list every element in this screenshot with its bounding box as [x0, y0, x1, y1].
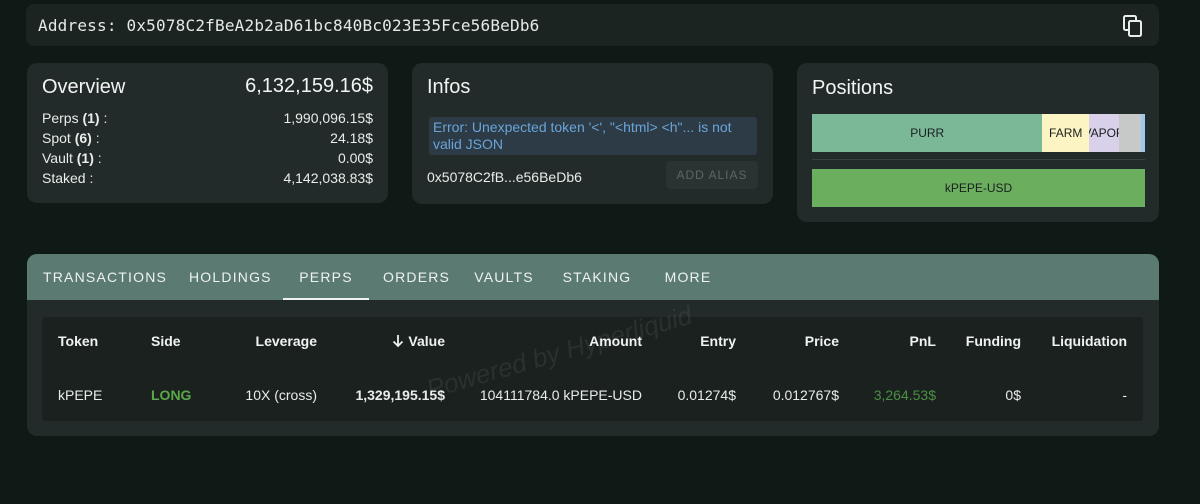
allocation-segment-purr[interactable]: PURR: [812, 114, 1043, 152]
address-bar: Address: 0x5078C2fBeA2b2aD61bc840Bc023E3…: [26, 4, 1159, 46]
positions-panel: TRANSACTIONS HOLDINGS PERPS ORDERS VAULT…: [27, 254, 1159, 436]
header-token[interactable]: Token: [58, 333, 98, 349]
tab-more[interactable]: MORE: [664, 254, 712, 300]
overview-total: 6,132,159.16$: [245, 75, 373, 97]
cell-leverage: 10X (cross): [245, 387, 317, 403]
tab-holdings[interactable]: HOLDINGS: [189, 254, 271, 300]
overview-card: Overview 6,132,159.16$ Perps (1) : 1,990…: [27, 63, 388, 203]
cell-side: LONG: [151, 387, 192, 403]
perps-table: Powered by Hyperliquid Token Side Levera…: [42, 300, 1143, 421]
tab-vaults[interactable]: VAULTS: [474, 254, 534, 300]
cell-liquidation: -: [1122, 387, 1127, 403]
error-message: Error: Unexpected token '<', "<html> <h"…: [429, 117, 757, 155]
cell-entry: 0.01274$: [677, 387, 736, 403]
header-price[interactable]: Price: [805, 333, 839, 349]
active-tab-indicator: [283, 298, 369, 300]
cell-amount: 104111784.0 kPEPE-USD: [479, 387, 642, 403]
positions-card: Positions PURRFARMVAPOR kPEPE-USD: [797, 63, 1159, 222]
infos-title: Infos: [427, 76, 471, 98]
header-side[interactable]: Side: [151, 333, 181, 349]
allocation-segment-farm[interactable]: FARM: [1042, 114, 1090, 152]
header-amount[interactable]: Amount: [589, 333, 642, 349]
divider: [812, 159, 1145, 160]
tab-orders[interactable]: ORDERS: [383, 254, 449, 300]
cell-pnl: 3,264.53$: [873, 387, 936, 403]
allocation-segment-vapor[interactable]: VAPOR: [1089, 114, 1119, 152]
cell-token: kPEPE: [58, 387, 103, 403]
header-liquidation[interactable]: Liquidation: [1052, 333, 1127, 349]
tab-staking[interactable]: STAKING: [562, 254, 632, 300]
positions-title: Positions: [812, 77, 894, 99]
perp-position-label: kPEPE-USD: [944, 181, 1013, 195]
allocation-segment-3[interactable]: [1119, 114, 1141, 152]
short-address: 0x5078C2fB...e56BeDb6: [427, 169, 582, 185]
cell-price: 0.012767$: [772, 387, 839, 403]
allocation-segment-4[interactable]: [1140, 114, 1145, 152]
header-funding[interactable]: Funding: [966, 333, 1021, 349]
tab-perps[interactable]: PERPS: [283, 254, 369, 300]
cell-funding: 0$: [1005, 387, 1021, 403]
header-pnl[interactable]: PnL: [910, 333, 936, 349]
spot-allocation-bar: PURRFARMVAPOR: [812, 114, 1145, 152]
address-text: Address: 0x5078C2fBeA2b2aD61bc840Bc023E3…: [38, 15, 540, 35]
cell-value: 1,329,195.15$: [355, 387, 445, 403]
infos-card: Infos Error: Unexpected token '<', "<htm…: [412, 63, 773, 204]
tab-bar: TRANSACTIONS HOLDINGS PERPS ORDERS VAULT…: [27, 254, 1159, 300]
overview-row-perps: Perps (1) : 1,990,096.15$: [42, 110, 373, 126]
header-entry[interactable]: Entry: [700, 333, 736, 349]
overview-row-staked: Staked : 4,142,038.83$: [42, 170, 373, 186]
copy-icon[interactable]: [1123, 15, 1143, 37]
overview-row-vault: Vault (1) : 0.00$: [42, 150, 373, 166]
header-leverage[interactable]: Leverage: [256, 333, 317, 349]
arrow-down-icon: [393, 335, 404, 348]
header-value[interactable]: Value: [392, 333, 445, 349]
overview-row-spot: Spot (6) : 24.18$: [42, 130, 373, 146]
perp-position-bar[interactable]: kPEPE-USD: [812, 169, 1145, 207]
tab-transactions[interactable]: TRANSACTIONS: [43, 254, 166, 300]
add-alias-button[interactable]: ADD ALIAS: [666, 161, 758, 189]
overview-title: Overview: [42, 76, 126, 98]
